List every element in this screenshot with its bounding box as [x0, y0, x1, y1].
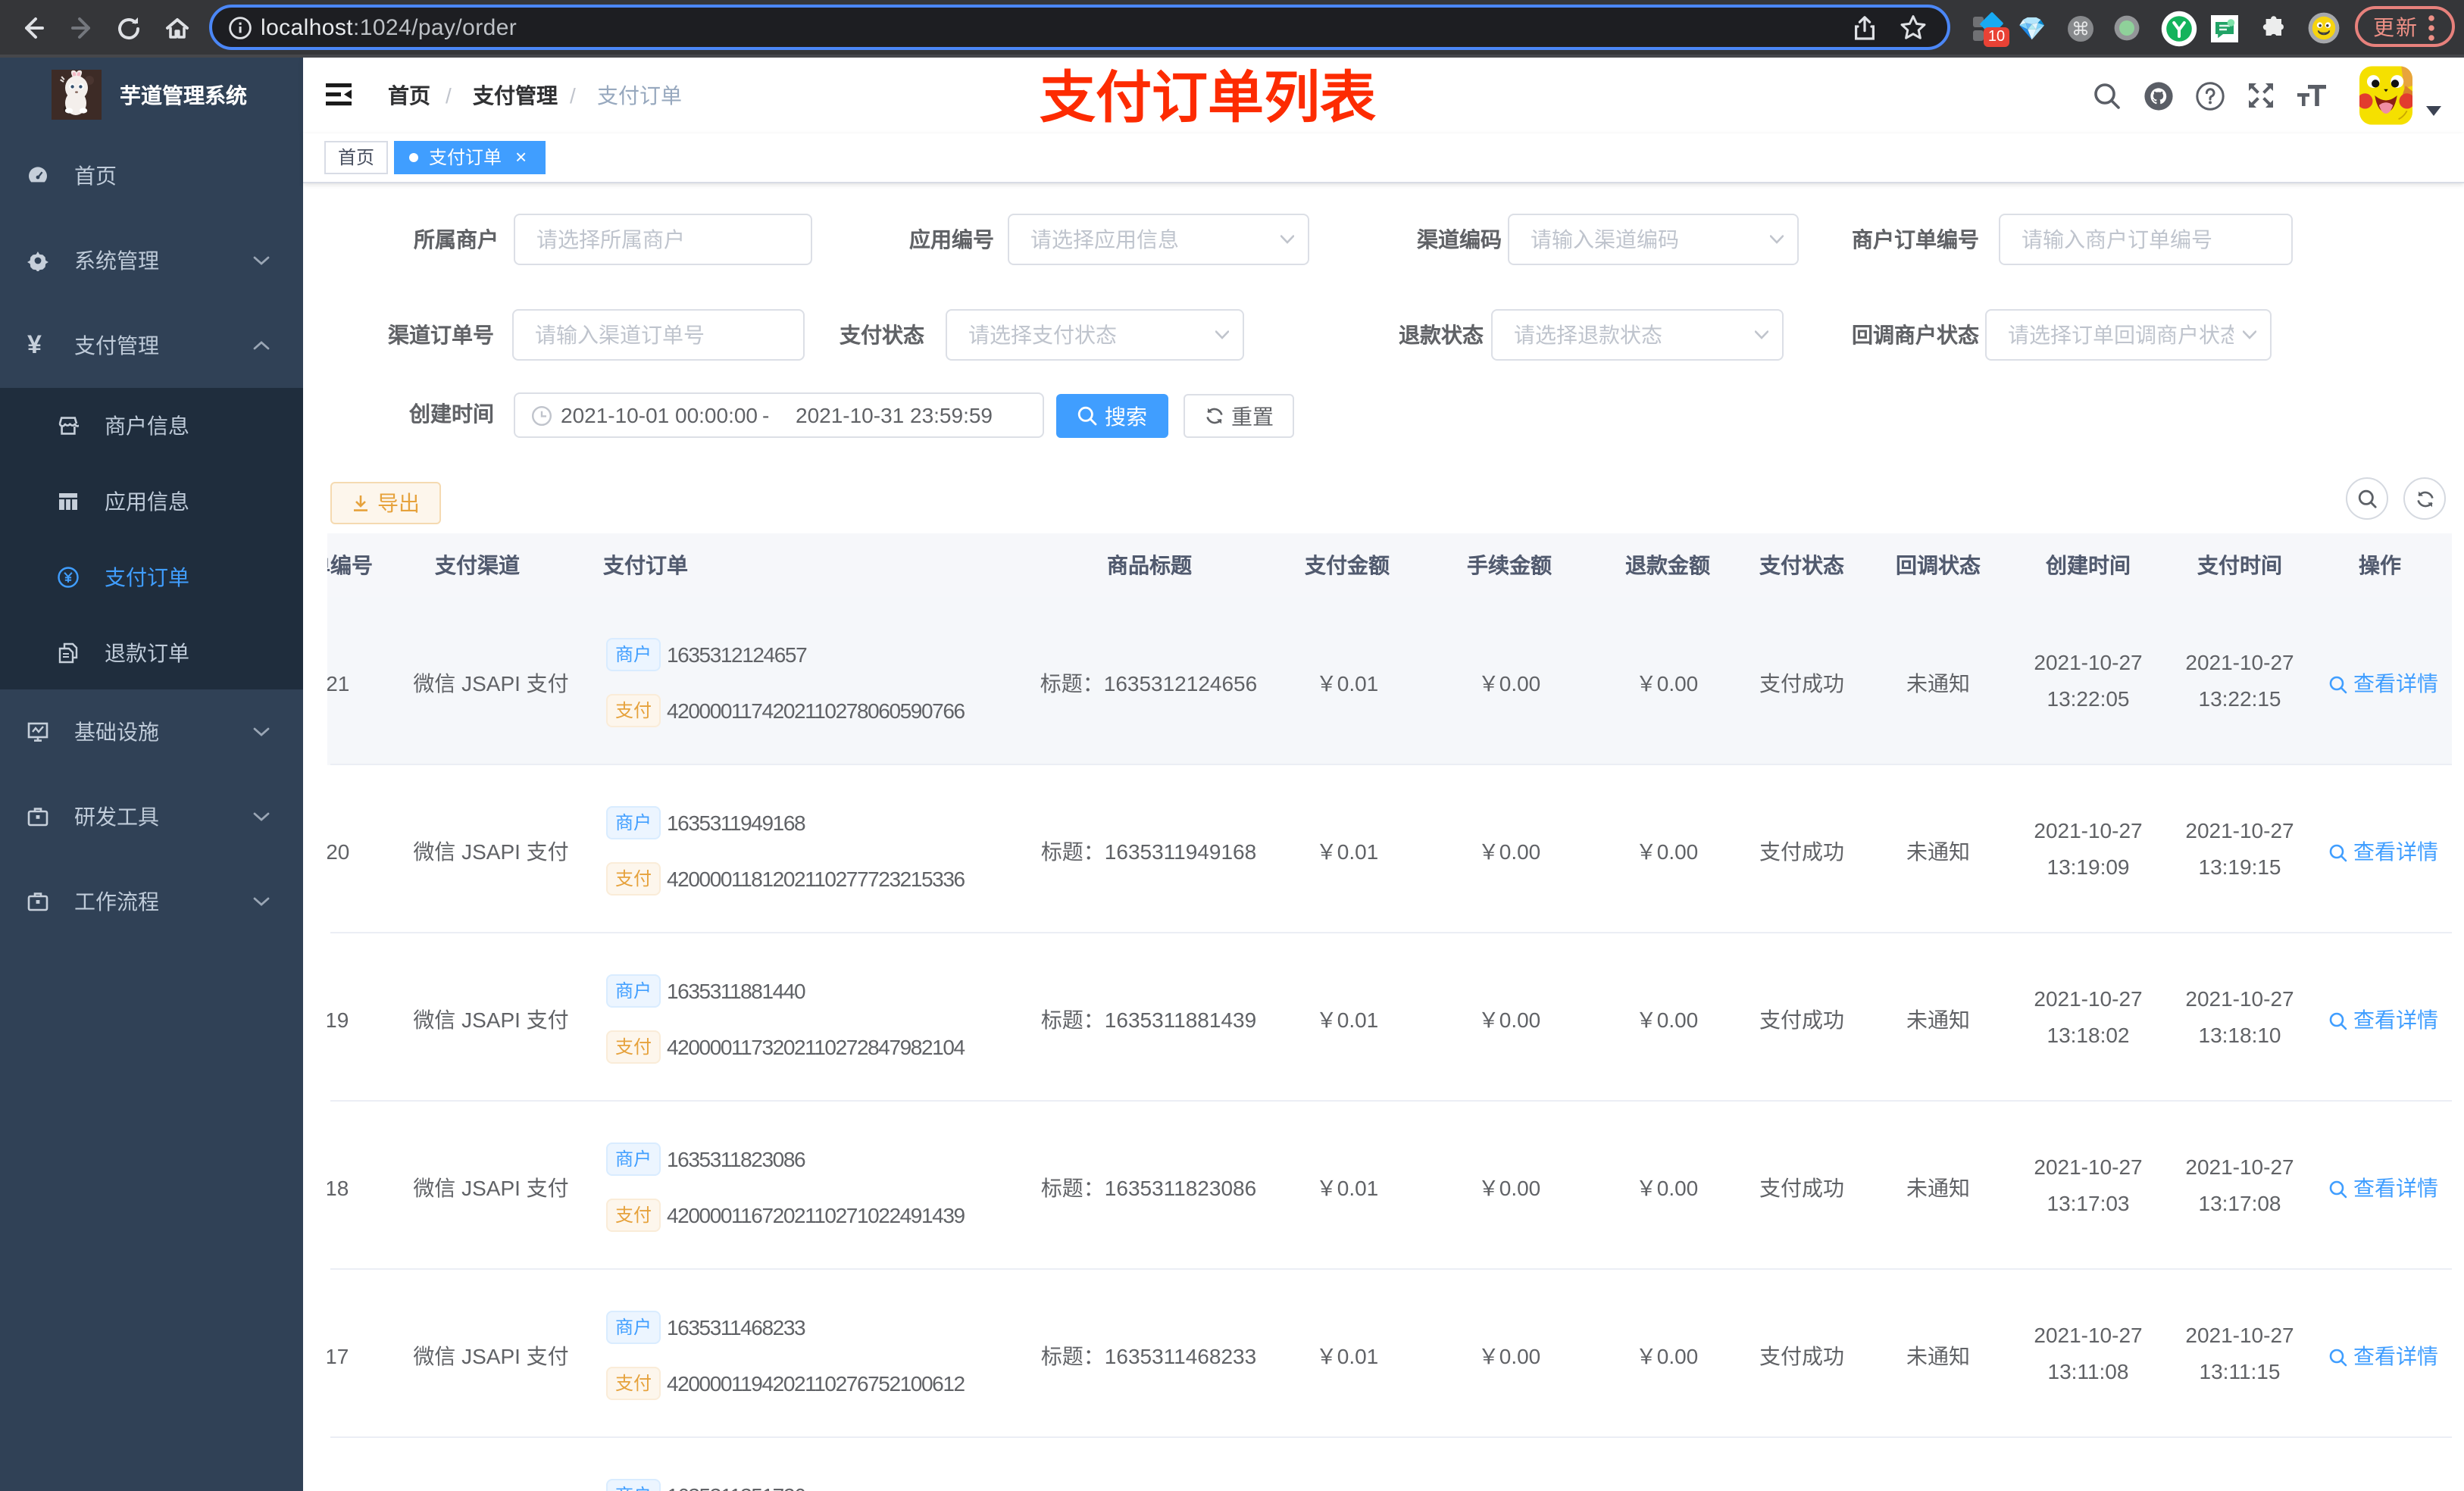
svg-text:⌘: ⌘	[2072, 18, 2090, 39]
